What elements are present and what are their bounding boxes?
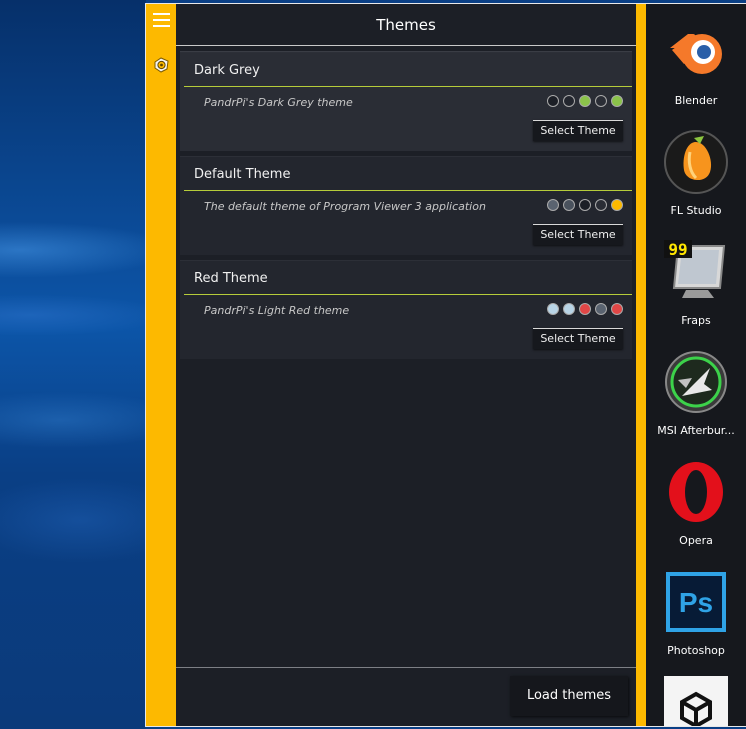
app-item-blender[interactable]: Blender [646, 20, 746, 107]
theme-name: Default Theme [184, 156, 632, 191]
theme-color-swatches [547, 95, 623, 107]
app-label: Opera [679, 534, 713, 547]
footer-bar: Load themes [176, 667, 636, 726]
select-theme-button[interactable]: Select Theme [533, 328, 623, 349]
right-accent-strip [636, 4, 646, 726]
color-swatch [563, 95, 575, 107]
opera-icon [669, 462, 723, 522]
load-themes-button[interactable]: Load themes [510, 676, 628, 716]
app-item-msi-afterburner[interactable]: MSI Afterbur... [646, 350, 746, 437]
color-swatch [563, 303, 575, 315]
fraps-icon: 99 [664, 240, 726, 298]
app-launcher-list[interactable]: Blender FL Studio 99 Fraps MSI Afterbur.… [646, 4, 746, 726]
color-swatch [611, 303, 623, 315]
color-swatch [547, 303, 559, 315]
app-label: Fraps [681, 314, 711, 327]
color-swatch [595, 199, 607, 211]
theme-color-swatches [547, 199, 623, 211]
color-swatch [563, 199, 575, 211]
app-label: Photoshop [667, 644, 725, 657]
theme-description: PandrPi's Dark Grey theme [204, 96, 353, 109]
color-swatch [547, 199, 559, 211]
msi-afterburner-icon [665, 351, 727, 413]
app-item-opera[interactable]: Opera [646, 460, 746, 547]
themes-panel: Themes Dark Grey PandrPi's Dark Grey the… [176, 4, 636, 726]
unity-icon [664, 676, 728, 726]
color-swatch [579, 303, 591, 315]
blender-icon [670, 34, 722, 74]
menu-hamburger-icon[interactable] [153, 13, 170, 27]
app-item-fl-studio[interactable]: FL Studio [646, 130, 746, 217]
theme-card-default[interactable]: Default Theme The default theme of Progr… [180, 156, 632, 255]
page-title: Themes [176, 4, 636, 46]
program-viewer-window: Themes Dark Grey PandrPi's Dark Grey the… [145, 3, 746, 727]
app-item-unity[interactable] [646, 676, 746, 726]
theme-list: Dark Grey PandrPi's Dark Grey theme Sele… [176, 46, 636, 359]
color-swatch [579, 95, 591, 107]
select-theme-button[interactable]: Select Theme [533, 120, 623, 141]
app-label: FL Studio [670, 204, 722, 217]
theme-name: Dark Grey [184, 52, 632, 87]
color-swatch [595, 303, 607, 315]
theme-color-swatches [547, 303, 623, 315]
theme-description: PandrPi's Light Red theme [204, 304, 350, 317]
theme-card-dark-grey[interactable]: Dark Grey PandrPi's Dark Grey theme Sele… [180, 51, 632, 151]
app-item-fraps[interactable]: 99 Fraps [646, 240, 746, 327]
photoshop-badge: Ps [679, 587, 713, 618]
fl-studio-icon [664, 130, 728, 194]
app-item-photoshop[interactable]: Ps Photoshop [646, 570, 746, 657]
color-swatch [611, 199, 623, 211]
color-swatch [579, 199, 591, 211]
photoshop-icon: Ps [666, 572, 726, 632]
desktop-background [0, 0, 146, 729]
color-swatch [547, 95, 559, 107]
fraps-badge: 99 [668, 240, 687, 259]
theme-palette-icon[interactable] [152, 56, 170, 74]
app-label: MSI Afterbur... [657, 424, 735, 437]
theme-name: Red Theme [184, 260, 632, 295]
left-accent-strip [146, 4, 176, 726]
theme-description: The default theme of Program Viewer 3 ap… [204, 200, 486, 213]
color-swatch [595, 95, 607, 107]
theme-card-red[interactable]: Red Theme PandrPi's Light Red theme Sele… [180, 260, 632, 359]
select-theme-button[interactable]: Select Theme [533, 224, 623, 245]
app-label: Blender [674, 94, 718, 107]
color-swatch [611, 95, 623, 107]
